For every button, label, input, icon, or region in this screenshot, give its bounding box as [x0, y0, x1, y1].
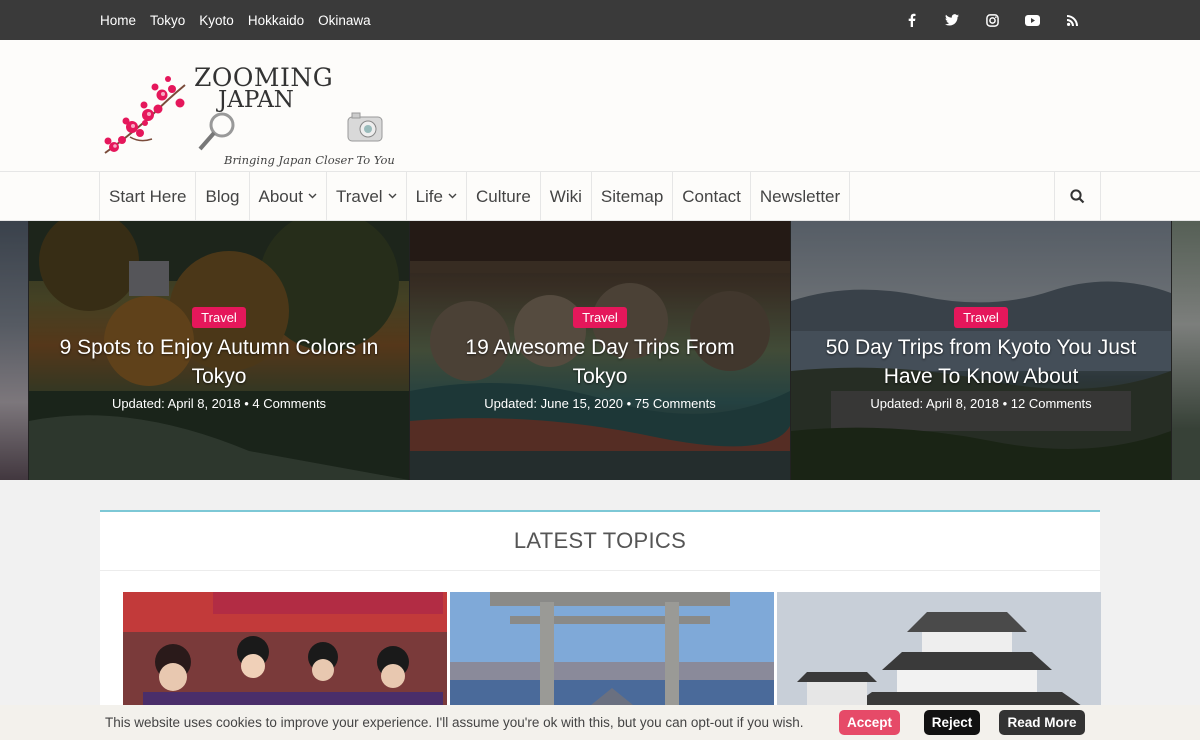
slide-content: Travel 19 Awesome Day Trips From Tokyo U…: [410, 307, 790, 411]
latest-thumbnails: [123, 592, 1101, 722]
top-link-okinawa[interactable]: Okinawa: [318, 13, 371, 28]
thumbnail-image: [450, 592, 774, 722]
site-header: ZOOMING JAPAN Bringing Japan Closer To Y…: [0, 40, 1200, 171]
logo-line-1: ZOOMING: [194, 63, 334, 92]
nav-item-label: Start Here: [109, 186, 187, 206]
nav-item-label: Travel: [335, 186, 383, 206]
reject-button[interactable]: Reject: [924, 710, 980, 735]
featured-slide[interactable]: Travel 19 Awesome Day Trips From Tokyo U…: [410, 221, 790, 480]
slide-content: Travel 9 Spots to Enjoy Autumn Colors in…: [29, 307, 409, 411]
top-link-home[interactable]: Home: [100, 13, 136, 28]
search-button[interactable]: [1054, 172, 1101, 221]
rss-icon[interactable]: [1052, 14, 1092, 26]
latest-thumbnail[interactable]: [123, 592, 447, 722]
search-icon: [1070, 189, 1085, 204]
nav-item-label: About: [258, 186, 303, 206]
slide-edge-left[interactable]: [0, 221, 28, 480]
logo-tagline: Bringing Japan Closer To You: [224, 153, 395, 167]
cookie-text: This website uses cookies to improve you…: [105, 715, 804, 730]
slide-content: Travel 50 Day Trips from Kyoto You Just …: [791, 307, 1171, 411]
slide-meta: Updated: April 8, 2018 • 12 Comments: [870, 396, 1092, 411]
nav-item-culture[interactable]: Culture: [465, 172, 540, 221]
category-badge[interactable]: Travel: [573, 307, 627, 328]
nav-item-label: Life: [415, 186, 443, 206]
nav-item-label: Culture: [475, 186, 531, 206]
accept-button[interactable]: Accept: [839, 710, 900, 735]
featured-slide[interactable]: Travel 50 Day Trips from Kyoto You Just …: [791, 221, 1171, 480]
nav-item-label: Sitemap: [600, 186, 664, 206]
logo-line-2: JAPAN: [218, 87, 294, 113]
top-link-hokkaido[interactable]: Hokkaido: [248, 13, 304, 28]
latest-thumbnail[interactable]: [450, 592, 774, 722]
nav-item-life[interactable]: Life: [405, 172, 466, 221]
twitter-icon[interactable]: [932, 14, 972, 26]
slide-meta: Updated: June 15, 2020 • 75 Comments: [484, 396, 716, 411]
main-nav: Start Here Blog About Travel Life Cultur…: [0, 171, 1200, 221]
slide-overlay: [1172, 221, 1200, 480]
nav-item-sitemap[interactable]: Sitemap: [590, 172, 672, 221]
chevron-down-icon: [308, 191, 317, 202]
nav-item-start-here[interactable]: Start Here: [99, 172, 195, 221]
nav-item-travel[interactable]: Travel: [325, 172, 406, 221]
slide-title[interactable]: 9 Spots to Enjoy Autumn Colors in Tokyo: [29, 333, 409, 391]
nav-item-wiki[interactable]: Wiki: [539, 172, 591, 221]
nav-item-label: Wiki: [549, 186, 582, 206]
nav-item-blog[interactable]: Blog: [195, 172, 248, 221]
thumbnail-image: [777, 592, 1101, 722]
youtube-icon[interactable]: [1012, 14, 1052, 26]
featured-slide[interactable]: Travel 9 Spots to Enjoy Autumn Colors in…: [29, 221, 409, 480]
nav-items: Start Here Blog About Travel Life Cultur…: [99, 172, 851, 221]
instagram-icon[interactable]: [972, 13, 1012, 27]
top-link-kyoto[interactable]: Kyoto: [199, 13, 234, 28]
nav-item-label: Contact: [682, 186, 741, 206]
cookie-banner: This website uses cookies to improve you…: [0, 705, 1200, 740]
nav-item-newsletter[interactable]: Newsletter: [749, 172, 851, 221]
read-more-button[interactable]: Read More: [999, 710, 1085, 735]
nav-item-about[interactable]: About: [248, 172, 326, 221]
thumbnail-image: [123, 592, 447, 722]
category-badge[interactable]: Travel: [954, 307, 1008, 328]
category-badge[interactable]: Travel: [192, 307, 246, 328]
nav-item-contact[interactable]: Contact: [672, 172, 750, 221]
slide-edge-right[interactable]: [1172, 221, 1200, 480]
social-links: [892, 0, 1092, 40]
nav-item-label: Newsletter: [759, 186, 841, 206]
nav-item-label: Blog: [205, 186, 240, 206]
slide-title[interactable]: 19 Awesome Day Trips From Tokyo: [410, 333, 790, 391]
top-links: Home Tokyo Kyoto Hokkaido Okinawa: [100, 0, 385, 40]
chevron-down-icon: [448, 191, 457, 202]
latest-thumbnail[interactable]: [777, 592, 1101, 722]
site-logo[interactable]: ZOOMING JAPAN Bringing Japan Closer To Y…: [100, 55, 400, 167]
featured-slider: Travel 9 Spots to Enjoy Autumn Colors in…: [0, 221, 1200, 480]
slide-title[interactable]: 50 Day Trips from Kyoto You Just Have To…: [791, 333, 1171, 391]
slide-meta: Updated: April 8, 2018 • 4 Comments: [111, 396, 327, 411]
slide-overlay: [0, 221, 28, 480]
top-link-tokyo[interactable]: Tokyo: [150, 13, 185, 28]
section-heading: LATEST TOPICS: [100, 512, 1100, 571]
chevron-down-icon: [388, 191, 397, 202]
facebook-icon[interactable]: [892, 13, 932, 27]
top-bar: Home Tokyo Kyoto Hokkaido Okinawa: [0, 0, 1200, 40]
